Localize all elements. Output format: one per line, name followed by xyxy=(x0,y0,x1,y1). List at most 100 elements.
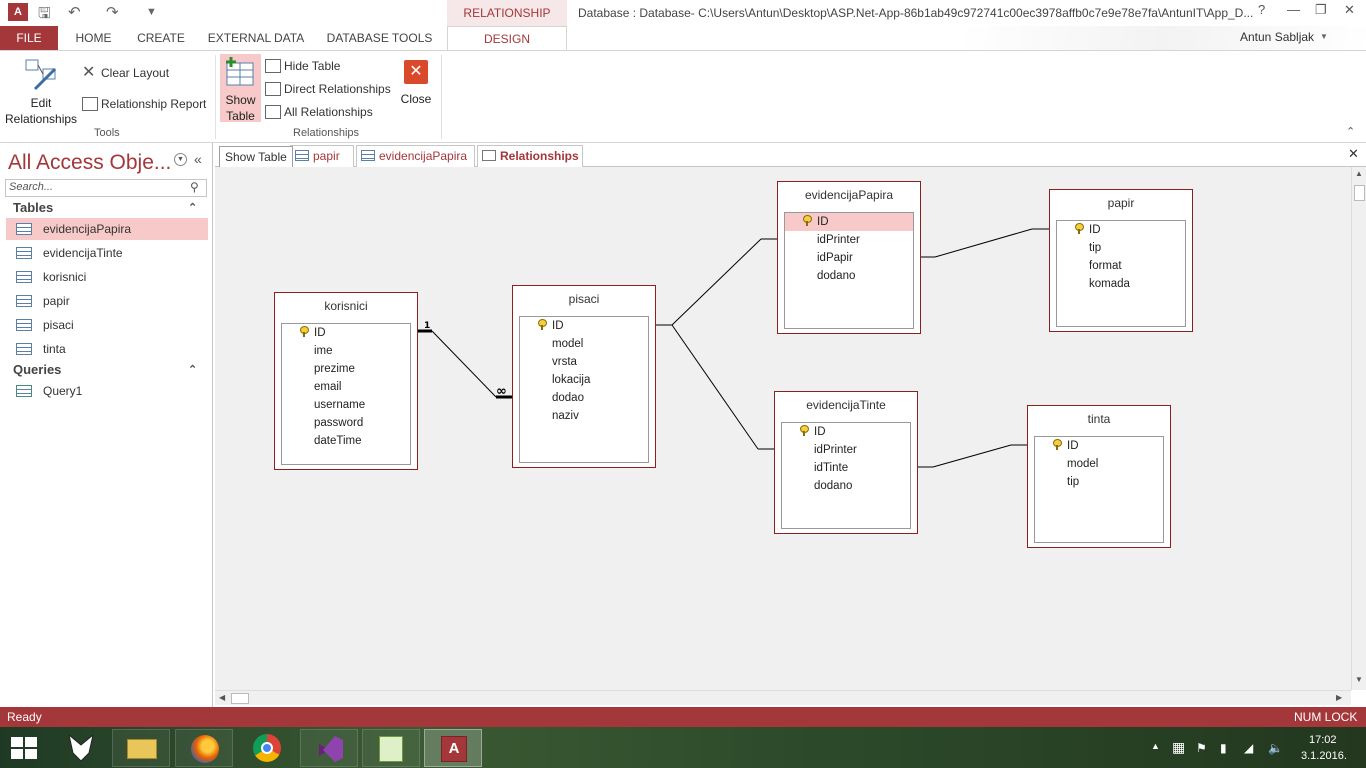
relationship-line[interactable] xyxy=(671,324,759,450)
field-row[interactable]: ID xyxy=(282,324,410,342)
table-box-papir[interactable]: papir ID tip format komada xyxy=(1049,189,1193,332)
collapse-section-icon[interactable]: ⌃ xyxy=(188,198,197,218)
field-row[interactable]: dodano xyxy=(782,477,910,495)
minimize-button[interactable]: — xyxy=(1287,2,1300,17)
windows-flag-tray-icon[interactable]: ▦ xyxy=(1172,739,1185,756)
field-row[interactable]: email xyxy=(282,378,410,396)
field-row[interactable]: dodao xyxy=(520,389,648,407)
chrome-icon[interactable] xyxy=(238,729,296,767)
close-document-icon[interactable]: ✕ xyxy=(1348,146,1359,162)
relationship-line[interactable] xyxy=(932,444,1012,468)
network-icon[interactable]: ◢ xyxy=(1244,741,1253,755)
nav-item-tinta[interactable]: tinta xyxy=(6,338,208,360)
nav-item-evidencijatinte[interactable]: evidencijaTinte xyxy=(6,242,208,264)
tab-design[interactable]: DESIGN xyxy=(447,26,567,51)
vertical-scrollbar[interactable]: ▲ ▼ xyxy=(1351,167,1366,690)
windows-start-icon[interactable] xyxy=(11,737,37,759)
field-row[interactable]: ID xyxy=(1035,437,1163,455)
nav-item-korisnici[interactable]: korisnici xyxy=(6,266,208,288)
clear-layout-button[interactable]: ✕ Clear Layout xyxy=(82,64,182,82)
vertical-scroll-thumb[interactable] xyxy=(1354,185,1365,201)
show-table-button[interactable]: Show Table xyxy=(220,54,261,123)
doc-tab-relationships[interactable]: Relationships xyxy=(477,145,583,168)
horizontal-scrollbar[interactable]: ◀ ▶ xyxy=(215,690,1351,705)
close-relationships-button[interactable]: ✕ Close xyxy=(398,57,434,119)
nav-section-queries[interactable]: Queries ⌃ xyxy=(6,360,208,380)
scroll-right-icon[interactable]: ▶ xyxy=(1336,693,1342,702)
action-center-icon[interactable]: ⚑ xyxy=(1196,741,1207,755)
field-row[interactable]: idTinte xyxy=(782,459,910,477)
table-box-tinta[interactable]: tinta ID model tip xyxy=(1027,405,1171,548)
all-relationships-button[interactable]: All Relationships xyxy=(265,103,385,121)
field-row[interactable]: naziv xyxy=(520,407,648,425)
field-row[interactable]: model xyxy=(1035,455,1163,473)
doc-tab-papir[interactable]: papir xyxy=(290,145,354,167)
field-row[interactable]: model xyxy=(520,335,648,353)
field-row[interactable]: ID xyxy=(785,213,913,231)
nav-item-papir[interactable]: papir xyxy=(6,290,208,312)
tab-file[interactable]: FILE xyxy=(0,26,58,50)
shutter-bar-close-icon[interactable]: « xyxy=(194,151,202,167)
scroll-up-icon[interactable]: ▲ xyxy=(1355,169,1363,178)
field-row[interactable]: ime xyxy=(282,342,410,360)
save-icon[interactable]: 🖫 xyxy=(38,3,51,28)
firefox-icon[interactable] xyxy=(175,729,233,767)
collapse-section-icon[interactable]: ⌃ xyxy=(188,360,197,380)
file-explorer-icon[interactable] xyxy=(112,729,170,767)
redo-icon[interactable]: ↷ xyxy=(106,3,119,21)
field-row[interactable]: lokacija xyxy=(520,371,648,389)
field-row[interactable]: username xyxy=(282,396,410,414)
field-row[interactable]: komada xyxy=(1057,275,1185,293)
fox-app-icon[interactable] xyxy=(52,729,110,767)
nav-pane-title[interactable]: All Access Obje... xyxy=(8,151,171,175)
table-box-evidencijatinte[interactable]: evidencijaTinte ID idPrinter idTinte dod… xyxy=(774,391,918,534)
search-icon[interactable]: ⚲ xyxy=(190,180,199,194)
field-row[interactable]: tip xyxy=(1057,239,1185,257)
undo-icon[interactable]: ↶ xyxy=(68,3,81,21)
table-box-korisnici[interactable]: korisnici ID ime prezime email username … xyxy=(274,292,418,470)
field-row[interactable]: tip xyxy=(1035,473,1163,491)
user-name[interactable]: Antun Sabljak xyxy=(1240,30,1314,44)
field-row[interactable]: idPapir xyxy=(785,249,913,267)
customize-toolbar-icon[interactable]: ▼ xyxy=(146,6,157,18)
clock-date[interactable]: 3.1.2016. xyxy=(1301,750,1347,762)
user-dropdown-icon[interactable]: ▼ xyxy=(1320,32,1328,41)
nav-item-query1[interactable]: Query1 xyxy=(6,380,208,402)
field-row[interactable]: vrsta xyxy=(520,353,648,371)
search-input[interactable]: Search... xyxy=(5,179,207,197)
relationship-report-button[interactable]: Relationship Report xyxy=(82,95,212,113)
relationships-canvas[interactable]: 1 ∞ korisnici ID ime prezime email usern… xyxy=(215,167,1351,690)
nav-item-evidencijapapira[interactable]: evidencijaPapira xyxy=(6,218,208,240)
hide-table-button[interactable]: Hide Table xyxy=(265,57,385,75)
tab-external-data[interactable]: EXTERNAL DATA xyxy=(202,26,310,50)
edit-relationships-button[interactable]: Edit Relationships xyxy=(5,55,77,126)
field-row[interactable]: password xyxy=(282,414,410,432)
clock-time[interactable]: 17:02 xyxy=(1309,734,1337,746)
field-row[interactable]: idPrinter xyxy=(782,441,910,459)
nav-section-tables[interactable]: Tables ⌃ xyxy=(6,198,208,218)
horizontal-scroll-thumb[interactable] xyxy=(231,693,249,704)
scroll-down-icon[interactable]: ▼ xyxy=(1355,675,1363,684)
tab-home[interactable]: HOME xyxy=(66,26,121,50)
doc-tab-evidencijapapira[interactable]: evidencijaPapira xyxy=(356,145,475,167)
restore-button[interactable]: ❐ xyxy=(1315,2,1327,18)
battery-icon[interactable]: ▮ xyxy=(1220,741,1227,755)
nav-menu-dropdown-icon[interactable]: ▼ xyxy=(174,153,187,166)
collapse-ribbon-icon[interactable]: ⌃ xyxy=(1346,125,1355,138)
field-row[interactable]: format xyxy=(1057,257,1185,275)
visual-studio-icon[interactable] xyxy=(300,729,358,767)
scroll-left-icon[interactable]: ◀ xyxy=(219,693,225,702)
tab-database-tools[interactable]: DATABASE TOOLS xyxy=(321,26,438,50)
volume-icon[interactable]: 🔈 xyxy=(1268,741,1283,755)
field-row[interactable]: dodano xyxy=(785,267,913,285)
direct-relationships-button[interactable]: Direct Relationships xyxy=(265,80,395,98)
field-row[interactable]: idPrinter xyxy=(785,231,913,249)
notepad-plus-icon[interactable] xyxy=(362,729,420,767)
access-taskbar-icon[interactable]: A xyxy=(424,729,482,767)
field-row[interactable]: ID xyxy=(782,423,910,441)
help-button[interactable]: ? xyxy=(1258,2,1265,17)
field-row[interactable]: ID xyxy=(520,317,648,335)
relationship-line[interactable] xyxy=(431,330,497,398)
field-row[interactable]: prezime xyxy=(282,360,410,378)
tab-create[interactable]: CREATE xyxy=(131,26,191,50)
